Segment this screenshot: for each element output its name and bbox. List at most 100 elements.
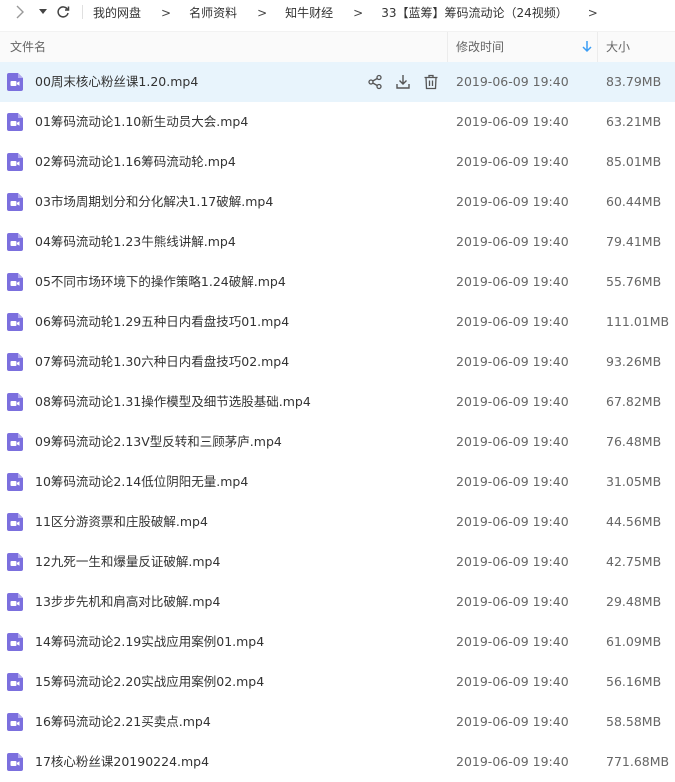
toolbar: 我的网盘 > 名师资料 > 知牛财经 >33【蓝筹】筹码流动论（24视频） > [0, 0, 675, 25]
video-file-icon [7, 353, 23, 371]
file-name[interactable]: 00周末核心粉丝课1.20.mp4 [35, 62, 198, 102]
share-icon[interactable] [367, 74, 383, 90]
file-size: 771.68MB [606, 754, 670, 769]
file-size: 44.56MB [606, 514, 662, 529]
file-date: 2019-06-09 19:40 [456, 354, 569, 369]
file-name[interactable]: 14筹码流动论2.19实战应用案例01.mp4 [35, 622, 264, 662]
file-date: 2019-06-09 19:40 [456, 314, 569, 329]
file-name[interactable]: 11区分游资票和庄股破解.mp4 [35, 502, 208, 542]
breadcrumb-item[interactable]: 我的网盘 [93, 4, 141, 21]
video-file-icon [7, 673, 23, 691]
toolbar-divider [82, 5, 83, 19]
file-row[interactable]: 16筹码流动论2.21买卖点.mp4 2019-06-09 19:40 58.58M… [0, 702, 675, 742]
file-date: 2019-06-09 19:40 [456, 154, 569, 169]
file-size: 58.58MB [606, 714, 662, 729]
video-file-icon [7, 593, 23, 611]
file-size: 67.82MB [606, 394, 662, 409]
history-dropdown-icon[interactable] [36, 4, 50, 20]
breadcrumb-separator: > [587, 5, 598, 20]
file-row[interactable]: 15筹码流动论2.20实战应用案例02.mp4 2019-06-09 19:40 5… [0, 662, 675, 702]
file-date: 2019-06-09 19:40 [456, 474, 569, 489]
breadcrumb-item[interactable]: 知牛财经 [285, 4, 333, 21]
file-date: 2019-06-09 19:40 [456, 274, 569, 289]
file-name[interactable]: 04筹码流动轮1.23牛熊线讲解.mp4 [35, 222, 236, 262]
file-size: 61.09MB [606, 634, 662, 649]
breadcrumb-item[interactable]: 33【蓝筹】筹码流动论（24视频） [381, 4, 568, 21]
file-row[interactable]: 05不同市场环境下的操作策略1.24破解.mp4 2019-06-09 19:40… [0, 262, 675, 302]
video-file-icon [7, 513, 23, 531]
file-size: 76.48MB [606, 434, 662, 449]
file-name[interactable]: 08筹码流动论1.31操作模型及细节选股基础.mp4 [35, 382, 311, 422]
file-date: 2019-06-09 19:40 [456, 554, 569, 569]
file-date: 2019-06-09 19:40 [456, 634, 569, 649]
file-row[interactable]: 13步步先机和肩高对比破解.mp4 2019-06-09 19:40 29.48MB [0, 582, 675, 622]
file-date: 2019-06-09 19:40 [456, 594, 569, 609]
file-row[interactable]: 02筹码流动论1.16筹码流动轮.mp4 2019-06-09 19:40 85.0… [0, 142, 675, 182]
file-date: 2019-06-09 19:40 [456, 114, 569, 129]
video-file-icon [7, 73, 23, 91]
file-name[interactable]: 10筹码流动论2.14低位阴阳无量.mp4 [35, 462, 248, 502]
file-row[interactable]: 01筹码流动论1.10新生动员大会.mp4 2019-06-09 19:40 63.… [0, 102, 675, 142]
file-date: 2019-06-09 19:40 [456, 754, 569, 769]
header-name[interactable]: 文件名 [10, 32, 46, 62]
file-row[interactable]: 03市场周期划分和分化解决1.17破解.mp4 2019-06-09 19:40 6… [0, 182, 675, 222]
file-date: 2019-06-09 19:40 [456, 234, 569, 249]
file-name[interactable]: 15筹码流动论2.20实战应用案例02.mp4 [35, 662, 264, 702]
download-icon[interactable] [395, 74, 411, 90]
video-file-icon [7, 633, 23, 651]
file-name[interactable]: 12九死一生和爆量反证破解.mp4 [35, 542, 220, 582]
video-file-icon [7, 473, 23, 491]
video-file-icon [7, 113, 23, 131]
file-name[interactable]: 07筹码流动轮1.30六种日内看盘技巧02.mp4 [35, 342, 289, 382]
refresh-icon[interactable] [54, 4, 72, 20]
header-size[interactable]: 大小 [606, 32, 630, 62]
file-row[interactable]: 14筹码流动论2.19实战应用案例01.mp4 2019-06-09 19:40 6… [0, 622, 675, 662]
file-row[interactable]: 08筹码流动论1.31操作模型及细节选股基础.mp4 2019-06-09 19:… [0, 382, 675, 422]
file-row[interactable]: 17核心粉丝课20190224.mp4 2019-06-09 19:40 771.6… [0, 742, 675, 782]
file-list-header: 文件名 修改时间 大小 [0, 31, 675, 63]
file-row[interactable]: 12九死一生和爆量反证破解.mp4 2019-06-09 19:40 42.75MB [0, 542, 675, 582]
video-file-icon [7, 433, 23, 451]
file-size: 42.75MB [606, 554, 662, 569]
file-name[interactable]: 09筹码流动论2.13V型反转和三顾茅庐.mp4 [35, 422, 282, 462]
video-file-icon [7, 713, 23, 731]
video-file-icon [7, 753, 23, 771]
file-size: 60.44MB [606, 194, 662, 209]
file-row[interactable]: 06筹码流动轮1.29五种日内看盘技巧01.mp4 2019-06-09 19:4… [0, 302, 675, 342]
file-size: 55.76MB [606, 274, 662, 289]
file-size: 83.79MB [606, 74, 662, 89]
breadcrumb-separator: > [257, 5, 268, 20]
file-row[interactable]: 11区分游资票和庄股破解.mp4 2019-06-09 19:40 44.56MB [0, 502, 675, 542]
file-name[interactable]: 06筹码流动轮1.29五种日内看盘技巧01.mp4 [35, 302, 289, 342]
file-name[interactable]: 01筹码流动论1.10新生动员大会.mp4 [35, 102, 248, 142]
file-name[interactable]: 16筹码流动论2.21买卖点.mp4 [35, 702, 211, 742]
row-actions [367, 74, 439, 90]
file-size: 63.21MB [606, 114, 662, 129]
file-row[interactable]: 04筹码流动轮1.23牛熊线讲解.mp4 2019-06-09 19:40 79.4… [0, 222, 675, 262]
file-row[interactable]: 07筹码流动轮1.30六种日内看盘技巧02.mp4 2019-06-09 19:4… [0, 342, 675, 382]
column-divider[interactable] [447, 32, 448, 62]
file-size: 93.26MB [606, 354, 662, 369]
video-file-icon [7, 313, 23, 331]
header-date[interactable]: 修改时间 [456, 32, 504, 62]
breadcrumb: 我的网盘 > 名师资料 > 知牛财经 >33【蓝筹】筹码流动论（24视频） > [93, 0, 616, 25]
forward-icon[interactable] [12, 4, 28, 20]
breadcrumb-item[interactable]: 名师资料 [189, 4, 237, 21]
video-file-icon [7, 393, 23, 411]
sort-desc-icon[interactable] [582, 41, 592, 53]
file-name[interactable]: 02筹码流动论1.16筹码流动轮.mp4 [35, 142, 236, 182]
file-row[interactable]: 10筹码流动论2.14低位阴阳无量.mp4 2019-06-09 19:40 31.… [0, 462, 675, 502]
file-row[interactable]: 00周末核心粉丝课1.20.mp4 2019-06-09 19:40 83.79MB [0, 62, 675, 102]
file-name[interactable]: 13步步先机和肩高对比破解.mp4 [35, 582, 220, 622]
file-size: 85.01MB [606, 154, 662, 169]
video-file-icon [7, 273, 23, 291]
file-name[interactable]: 17核心粉丝课20190224.mp4 [35, 742, 209, 782]
video-file-icon [7, 153, 23, 171]
file-date: 2019-06-09 19:40 [456, 514, 569, 529]
column-divider[interactable] [597, 32, 598, 62]
file-name[interactable]: 03市场周期划分和分化解决1.17破解.mp4 [35, 182, 273, 222]
file-size: 79.41MB [606, 234, 662, 249]
file-name[interactable]: 05不同市场环境下的操作策略1.24破解.mp4 [35, 262, 286, 302]
delete-icon[interactable] [423, 74, 439, 90]
file-row[interactable]: 09筹码流动论2.13V型反转和三顾茅庐.mp4 2019-06-09 19:40… [0, 422, 675, 462]
